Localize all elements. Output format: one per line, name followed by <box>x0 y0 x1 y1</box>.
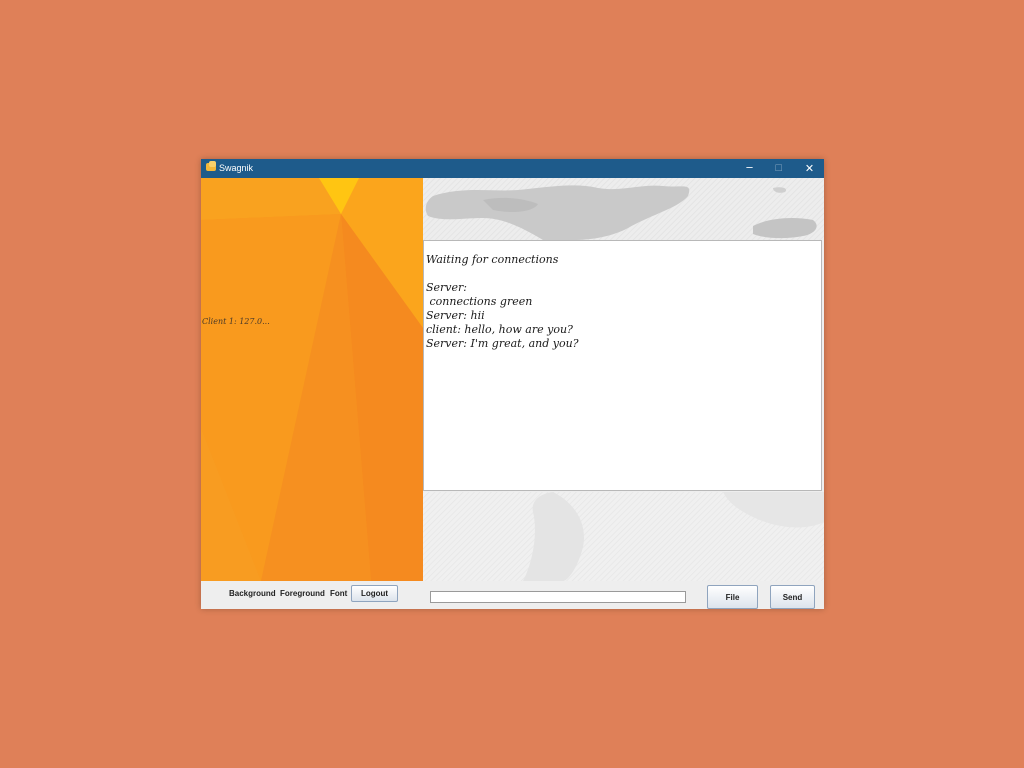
world-map-banner-bottom <box>423 492 824 581</box>
chat-message: Server: <box>426 281 467 294</box>
client-list-panel: Client 1: 127.0... <box>201 178 423 581</box>
background-menu[interactable]: Background <box>229 589 276 598</box>
client-list-item[interactable]: Client 1: 127.0... <box>202 317 270 326</box>
title-bar[interactable]: Swagnik ─ ☐ ✕ <box>201 159 824 178</box>
chat-message: Waiting for connections <box>426 253 559 266</box>
message-input[interactable] <box>430 591 686 603</box>
chat-message: connections green <box>426 295 533 308</box>
orange-geometric-background <box>201 178 423 581</box>
file-button[interactable]: File <box>707 585 758 609</box>
chat-message: Server: hii <box>426 309 485 322</box>
font-menu[interactable]: Font <box>330 589 347 598</box>
close-icon[interactable]: ✕ <box>795 159 824 178</box>
world-map-banner-top <box>423 178 824 240</box>
chat-message <box>426 267 821 281</box>
chat-message: Server: I'm great, and you? <box>426 337 579 350</box>
maximize-icon[interactable]: ☐ <box>764 159 793 178</box>
minimize-icon[interactable]: ─ <box>735 159 764 178</box>
chat-log[interactable]: Waiting for connections Server: connectio… <box>423 240 822 491</box>
foreground-menu[interactable]: Foreground <box>280 589 325 598</box>
chat-message: client: hello, how are you? <box>426 323 573 336</box>
window-title: Swagnik <box>219 163 254 173</box>
send-button[interactable]: Send <box>770 585 815 609</box>
chat-window: Swagnik ─ ☐ ✕ Client 1: 127.0... Waiting… <box>201 159 824 609</box>
logout-button[interactable]: Logout <box>351 585 398 602</box>
app-chat-icon <box>206 161 216 171</box>
